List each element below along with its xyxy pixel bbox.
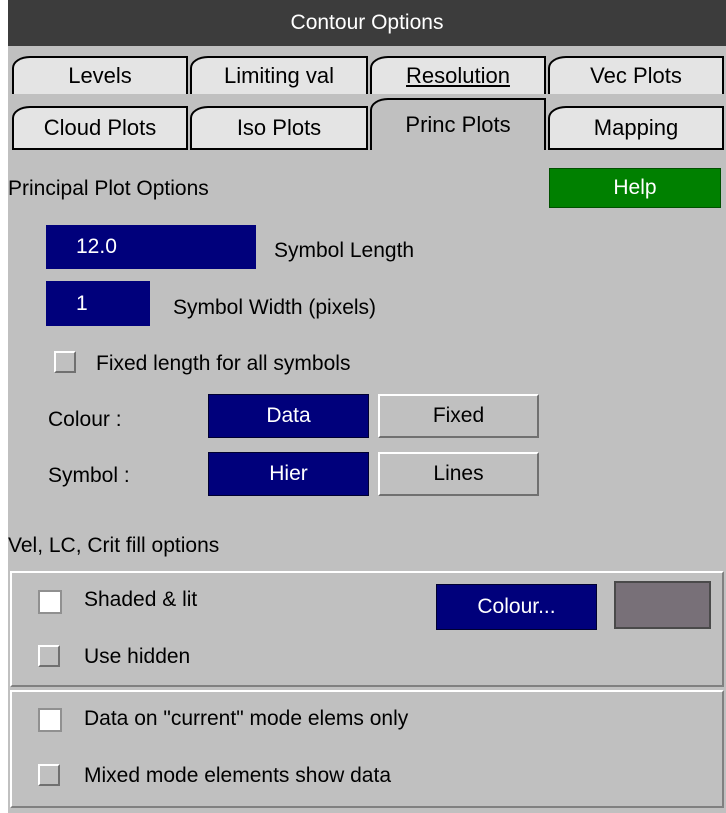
tab-mapping[interactable]: Mapping [548, 106, 724, 150]
tab-label: Resolution [406, 63, 510, 88]
tab-princ-plots[interactable]: Princ Plots [370, 98, 546, 150]
fill-options-heading: Vel, LC, Crit fill options [8, 534, 220, 557]
tab-iso-plots[interactable]: Iso Plots [190, 106, 368, 150]
tab-cloud-plots[interactable]: Cloud Plots [12, 106, 188, 150]
symbol-label: Symbol : [48, 464, 130, 487]
tab-vec-plots[interactable]: Vec Plots [548, 56, 724, 94]
mixed-mode-label: Mixed mode elements show data [84, 764, 391, 787]
tab-limiting-val[interactable]: Limiting val [190, 56, 368, 94]
current-mode-checkbox[interactable] [38, 708, 62, 732]
colour-swatch[interactable] [614, 581, 711, 629]
fixed-length-label: Fixed length for all symbols [96, 352, 351, 375]
symbol-length-label: Symbol Length [274, 239, 415, 262]
tab-levels[interactable]: Levels [12, 56, 188, 94]
symbol-length-input[interactable]: 12.0 [46, 225, 256, 269]
current-mode-label: Data on "current" mode elems only [84, 707, 409, 730]
mixed-mode-checkbox[interactable] [38, 764, 60, 786]
colour-data-button[interactable]: Data [208, 394, 369, 438]
colour-fixed-button[interactable]: Fixed [378, 394, 539, 438]
tab-label: Princ Plots [405, 112, 511, 137]
colour-label: Colour : [48, 408, 122, 431]
tab-label: Iso Plots [236, 115, 322, 140]
help-button[interactable]: Help [549, 168, 721, 208]
symbol-width-label: Symbol Width (pixels) [173, 296, 377, 319]
symbol-hier-button[interactable]: Hier [208, 452, 369, 496]
tab-label: Vec Plots [590, 63, 682, 88]
contour-options-panel: Contour Options Levels Limiting val Reso… [8, 0, 726, 813]
fixed-length-checkbox[interactable] [54, 351, 76, 373]
shaded-lit-label: Shaded & lit [84, 588, 198, 611]
tab-label: Limiting val [223, 63, 335, 88]
tab-label: Cloud Plots [43, 115, 157, 140]
tab-label: Levels [68, 63, 132, 88]
use-hidden-label: Use hidden [84, 645, 191, 668]
tab-label: Mapping [593, 115, 679, 140]
symbol-width-input[interactable]: 1 [46, 281, 150, 326]
use-hidden-checkbox[interactable] [38, 645, 60, 667]
symbol-lines-button[interactable]: Lines [378, 452, 539, 496]
panel-title: Contour Options [8, 0, 726, 46]
principal-plot-options-heading: Principal Plot Options [8, 177, 209, 200]
shaded-lit-checkbox[interactable] [38, 590, 62, 614]
tab-resolution[interactable]: Resolution [370, 56, 546, 94]
colour-picker-button[interactable]: Colour... [436, 584, 597, 630]
